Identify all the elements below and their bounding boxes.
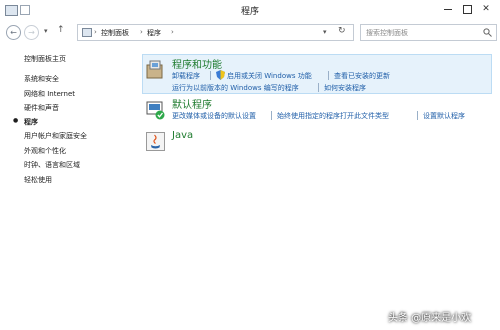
- sidebar-item-system-security[interactable]: 系统和安全: [24, 74, 59, 84]
- recent-pages-dropdown[interactable]: ▾: [44, 27, 48, 35]
- link-separator: [210, 71, 211, 80]
- uac-shield-icon: [216, 70, 225, 80]
- breadcrumb-item-programs[interactable]: 程序: [147, 28, 161, 38]
- watermark-text: 头条 @原来是小欢: [388, 313, 472, 324]
- refresh-icon[interactable]: ↻: [338, 26, 346, 36]
- address-dropdown-icon[interactable]: ▾: [323, 28, 327, 36]
- how-to-install-link[interactable]: 如何安装程序: [324, 83, 366, 93]
- category-default-programs[interactable]: 默认程序 更改媒体或设备的默认设置 始终使用指定的程序打开此文件类型 设置默认程…: [146, 98, 490, 124]
- category-java[interactable]: Java: [146, 130, 490, 154]
- left-navigation: 控制面板主页 系统和安全 网络和 Internet 硬件和声音 ● 程序 用户帐…: [0, 42, 140, 330]
- programs-features-icon: [146, 60, 163, 79]
- category-title[interactable]: 默认程序: [172, 96, 212, 111]
- view-installed-updates-link[interactable]: 查看已安装的更新: [334, 71, 390, 81]
- link-separator: [318, 83, 319, 92]
- sidebar-item-hardware-sound[interactable]: 硬件和声音: [24, 103, 59, 113]
- compatibility-programs-link[interactable]: 运行为以前版本的 Windows 编写的程序: [172, 83, 299, 93]
- set-default-programs-link[interactable]: 设置默认程序: [423, 111, 465, 121]
- up-button[interactable]: ↑: [57, 25, 65, 35]
- back-button[interactable]: ←: [6, 25, 21, 40]
- sidebar-home-link[interactable]: 控制面板主页: [24, 54, 66, 64]
- sidebar-item-clock-region[interactable]: 时钟、语言和区域: [24, 160, 80, 170]
- sidebar-item-programs[interactable]: 程序: [24, 117, 38, 127]
- open-file-type-always-link[interactable]: 始终使用指定的程序打开此文件类型: [277, 111, 389, 121]
- window-title: 程序: [240, 7, 259, 17]
- address-box[interactable]: › 控制面板 › 程序 › ▾ ↻: [77, 24, 354, 41]
- category-title[interactable]: 程序和功能: [172, 56, 222, 71]
- link-separator: [328, 71, 329, 80]
- sidebar-item-ease-of-access[interactable]: 轻松使用: [24, 175, 52, 185]
- breadcrumb-chevron-icon: ›: [140, 28, 143, 36]
- breadcrumb-item-control-panel[interactable]: 控制面板: [101, 28, 129, 38]
- breadcrumb-chevron-icon: ›: [94, 28, 97, 36]
- title-bar: 程序 ✕: [0, 0, 500, 22]
- link-separator: [417, 111, 418, 120]
- search-box[interactable]: 搜索控制面板: [360, 24, 497, 41]
- java-icon: [146, 132, 165, 151]
- default-programs-icon: [146, 101, 165, 120]
- change-media-defaults-link[interactable]: 更改媒体或设备的默认设置: [172, 111, 256, 121]
- search-input[interactable]: 搜索控制面板: [366, 28, 408, 38]
- close-button[interactable]: ✕: [478, 2, 494, 16]
- uninstall-program-link[interactable]: 卸载程序: [172, 71, 200, 81]
- breadcrumb-chevron-icon: ›: [171, 28, 174, 36]
- sidebar-item-network-internet[interactable]: 网络和 Internet: [24, 89, 75, 99]
- forward-button[interactable]: →: [24, 25, 39, 40]
- sidebar-item-appearance[interactable]: 外观和个性化: [24, 146, 66, 156]
- link-separator: [271, 111, 272, 120]
- active-bullet-icon: ●: [13, 117, 19, 124]
- category-title[interactable]: Java: [172, 130, 193, 141]
- control-panel-small-icon: [82, 28, 92, 37]
- search-icon[interactable]: [483, 28, 492, 37]
- address-bar: ← → ▾ ↑ › 控制面板 › 程序 › ▾ ↻ 搜索控制面板: [0, 22, 500, 42]
- sidebar-item-user-accounts[interactable]: 用户帐户和家庭安全: [24, 131, 87, 141]
- minimize-button[interactable]: [440, 2, 456, 16]
- category-programs-features[interactable]: 程序和功能 卸载程序 启用或关闭 Windows 功能 查看已安装的更新 运行为…: [146, 58, 490, 92]
- maximize-button[interactable]: [459, 2, 475, 16]
- windows-features-link[interactable]: 启用或关闭 Windows 功能: [227, 71, 312, 81]
